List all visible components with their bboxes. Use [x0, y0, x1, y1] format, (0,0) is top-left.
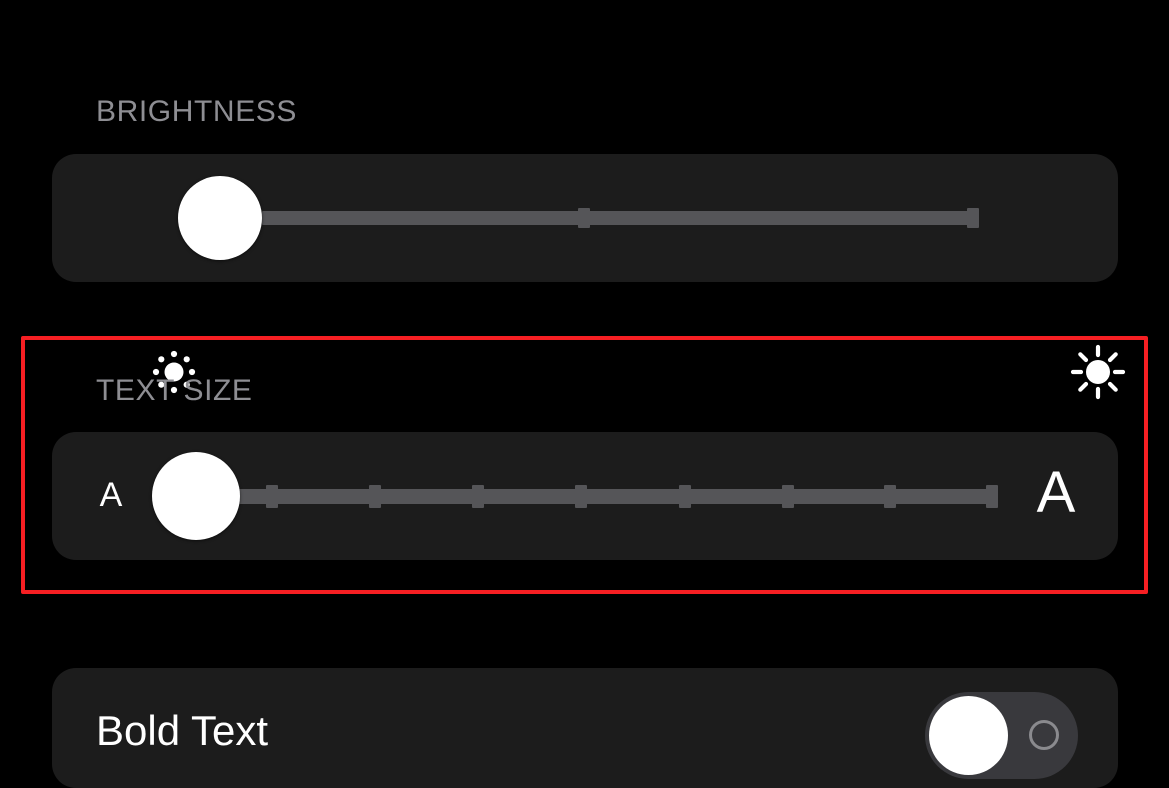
text-size-slider-tick-5: [679, 485, 691, 508]
text-size-slider-tick-2: [369, 485, 381, 508]
text-size-slider-tick-7: [884, 485, 896, 508]
brightness-slider-tick: [578, 208, 590, 228]
text-size-max-label: A: [1036, 460, 1076, 525]
text-size-slider-tick-1: [266, 485, 278, 508]
text-size-slider-tick-6: [782, 485, 794, 508]
bold-text-label: Bold Text: [96, 707, 268, 754]
brightness-slider-thumb[interactable]: [178, 176, 262, 260]
text-size-slider-tick-4: [575, 485, 587, 508]
bold-text-toggle[interactable]: [925, 692, 1078, 779]
brightness-slider-tick-max: [967, 208, 979, 228]
text-size-min-label: A: [99, 476, 123, 514]
settings-display-screen: BRIGHTNESS TEXT SIZE A A Bold Text: [0, 0, 1169, 788]
text-size-slider-thumb[interactable]: [152, 452, 240, 540]
toggle-knob: [929, 696, 1008, 775]
text-size-section-header: TEXT SIZE: [96, 374, 253, 407]
circle-outline-icon: [1029, 720, 1059, 750]
brightness-section-header: BRIGHTNESS: [96, 95, 298, 128]
sun-large-icon: [1068, 342, 1128, 402]
brightness-slider-track[interactable]: [262, 211, 979, 225]
text-size-slider-tick-8: [986, 485, 998, 508]
text-size-slider-tick-3: [472, 485, 484, 508]
text-size-slider-track[interactable]: [236, 489, 997, 504]
